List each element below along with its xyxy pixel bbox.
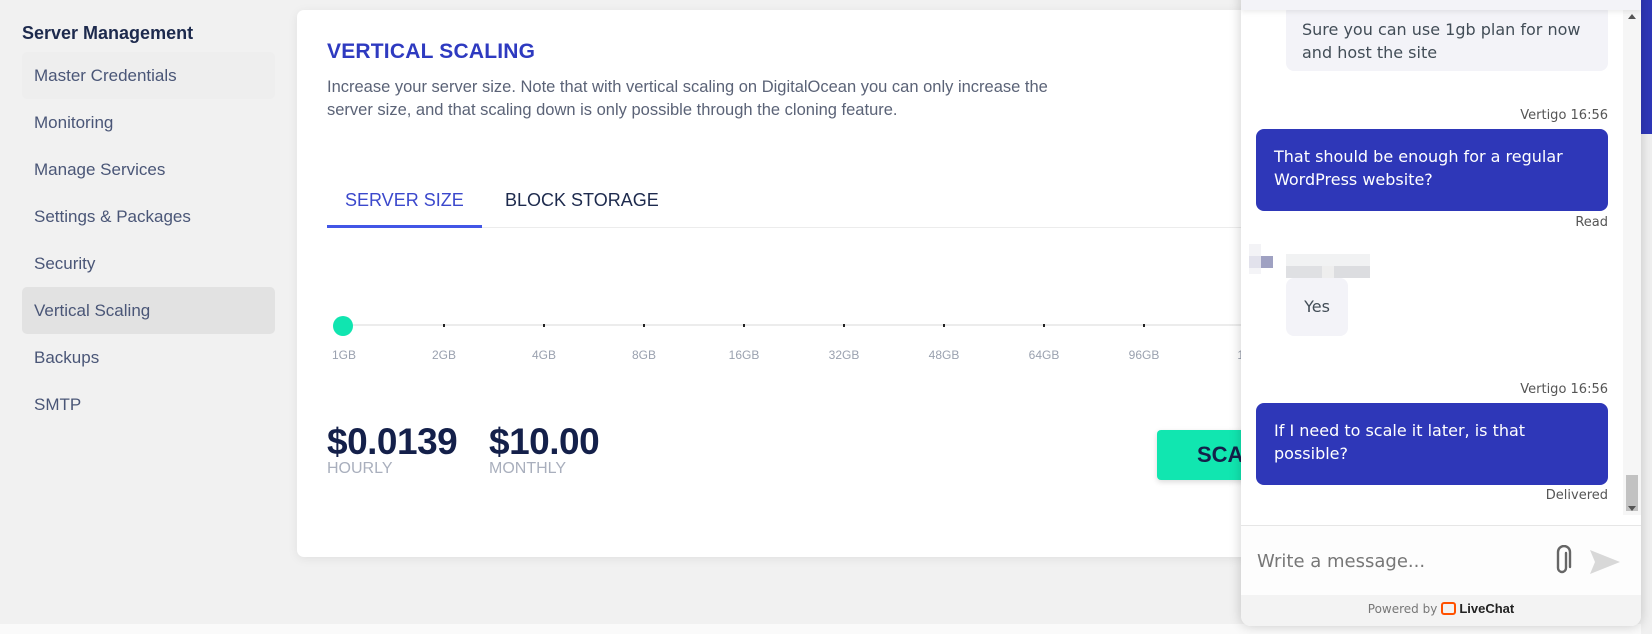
sidebar-item-backups[interactable]: Backups: [22, 334, 275, 381]
scroll-down-arrow-icon[interactable]: [1628, 506, 1636, 511]
livechat-brand: LiveChat: [1459, 601, 1515, 616]
slider-option-label[interactable]: 4GB: [532, 348, 556, 362]
page-title: VERTICAL SCALING: [327, 40, 536, 63]
vertical-scaling-card: VERTICAL SCALING Increase your server si…: [297, 10, 1297, 557]
slider-option-label[interactable]: 96GB: [1129, 348, 1160, 362]
tab-server-size[interactable]: SERVER SIZE: [327, 182, 482, 228]
chat-message-agent: Yes: [1286, 278, 1348, 336]
chat-header: [1241, 0, 1641, 10]
powered-by-text: Powered by: [1367, 602, 1438, 616]
scroll-up-arrow-icon[interactable]: [1628, 14, 1636, 19]
livechat-widget: Sure you can use 1gb plan for now and ho…: [1241, 0, 1641, 626]
price-monthly-value: $10.00: [489, 421, 600, 462]
price-hourly-value: $0.0139: [327, 421, 458, 462]
slider-option-label[interactable]: 16GB: [729, 348, 760, 362]
paperclip-icon[interactable]: [1551, 545, 1573, 577]
slider-thumb[interactable]: [333, 316, 353, 336]
chat-scrollbar[interactable]: [1623, 0, 1641, 515]
tab-bar: SERVER SIZE BLOCK STORAGE: [327, 182, 1297, 228]
chat-message-visitor: That should be enough for a regular Word…: [1256, 129, 1608, 211]
chat-message-list: Sure you can use 1gb plan for now and ho…: [1241, 0, 1623, 525]
sidebar-item-settings-packages[interactable]: Settings & Packages: [22, 193, 275, 240]
powered-by-footer[interactable]: Powered by LiveChat: [1241, 595, 1641, 626]
message-meta: Vertigo 16:56: [1520, 108, 1608, 123]
feedback-side-tab[interactable]: [1641, 0, 1652, 134]
price-monthly: $10.00 MONTHLY: [489, 421, 600, 477]
slider-option-label[interactable]: 64GB: [1029, 348, 1060, 362]
agent-avatar: [1249, 244, 1273, 274]
sidebar-item-smtp[interactable]: SMTP: [22, 381, 275, 428]
slider-tick[interactable]: [1143, 324, 1145, 327]
chat-message-agent: Sure you can use 1gb plan for now and ho…: [1286, 4, 1608, 71]
livechat-logo-icon: [1441, 602, 1457, 615]
sidebar-item-manage-services[interactable]: Manage Services: [22, 146, 275, 193]
server-size-slider[interactable]: 1GB2GB4GB8GB16GB32GB48GB64GB96GB12: [327, 298, 1297, 362]
send-icon[interactable]: [1589, 548, 1621, 576]
slider-tick[interactable]: [443, 324, 445, 327]
slider-tick[interactable]: [1043, 324, 1045, 327]
sidebar-item-vertical-scaling[interactable]: Vertical Scaling: [22, 287, 275, 334]
slider-option-label[interactable]: 8GB: [632, 348, 656, 362]
message-input[interactable]: [1257, 542, 1517, 580]
agent-name-redacted: [1286, 254, 1370, 278]
slider-option-label[interactable]: 1GB: [332, 348, 356, 362]
page-description: Increase your server size. Note that wit…: [327, 78, 1048, 119]
message-meta: Vertigo 16:56: [1520, 382, 1608, 397]
slider-option-label[interactable]: 2GB: [432, 348, 456, 362]
slider-tick[interactable]: [843, 324, 845, 327]
slider-option-label[interactable]: 48GB: [929, 348, 960, 362]
tab-block-storage[interactable]: BLOCK STORAGE: [487, 182, 677, 228]
price-hourly-label: HOURLY: [327, 460, 393, 477]
sidebar-item-monitoring[interactable]: Monitoring: [22, 99, 275, 146]
right-edge-background: [1641, 134, 1652, 634]
price-monthly-label: MONTHLY: [489, 460, 567, 477]
sidebar: Server Management Master Credentials Mon…: [22, 20, 275, 428]
sidebar-title: Server Management: [22, 23, 194, 43]
slider-tick[interactable]: [543, 324, 545, 327]
sidebar-item-security[interactable]: Security: [22, 240, 275, 287]
price-hourly: $0.0139 HOURLY: [327, 421, 458, 477]
slider-option-label[interactable]: 32GB: [829, 348, 860, 362]
slider-tick[interactable]: [643, 324, 645, 327]
slider-tick[interactable]: [743, 324, 745, 327]
message-status: Delivered: [1545, 488, 1608, 503]
slider-track[interactable]: [341, 324, 1297, 326]
chat-composer: [1241, 525, 1641, 595]
chat-message-visitor: If I need to scale it later, is that pos…: [1256, 403, 1608, 485]
message-status: Read: [1575, 215, 1608, 230]
slider-tick[interactable]: [943, 324, 945, 327]
sidebar-item-master-credentials[interactable]: Master Credentials: [22, 52, 275, 99]
